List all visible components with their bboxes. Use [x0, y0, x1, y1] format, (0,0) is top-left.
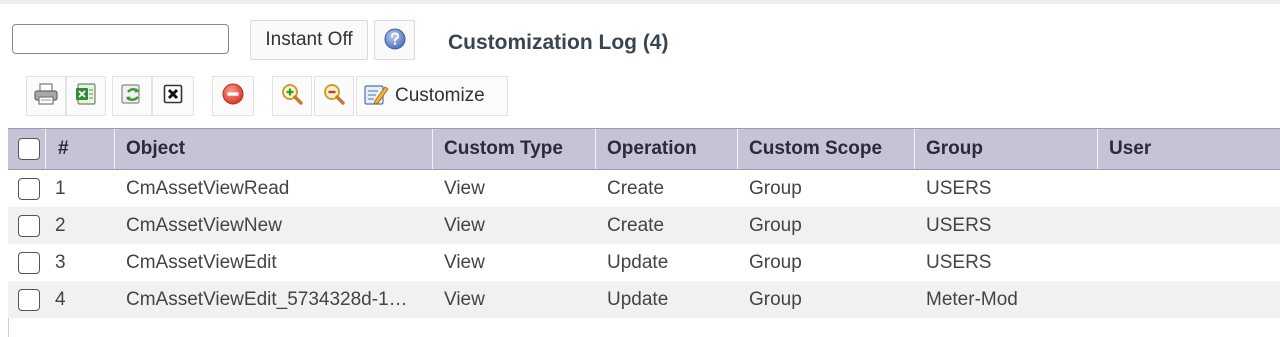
row-custom-scope: Group [749, 177, 802, 199]
column-header-user[interactable]: User [1098, 129, 1280, 169]
column-header-object[interactable]: Object [115, 129, 433, 169]
customization-log-grid: # Object Custom Type Operation Custom Sc… [8, 128, 1280, 318]
row-number: 1 [55, 177, 66, 199]
row-object: CmAssetViewRead [115, 170, 433, 207]
stop-icon [221, 82, 245, 111]
customize-label: Customize [395, 85, 485, 106]
print-button[interactable] [26, 76, 66, 116]
zoom-out-button[interactable] [314, 76, 354, 116]
row-custom-scope: Group [749, 251, 802, 273]
select-all-checkbox-cell [8, 129, 46, 169]
print-icon [33, 82, 59, 111]
column-header-number[interactable]: # [46, 129, 115, 169]
row-object-text: CmAssetViewNew [126, 214, 282, 236]
row-object: CmAssetViewEdit [115, 244, 433, 281]
help-button[interactable] [374, 20, 415, 60]
grid-left-border [8, 318, 9, 337]
page-title: Customization Log (4) [448, 31, 669, 54]
export-excel-button[interactable] [66, 76, 106, 116]
refresh-button[interactable] [112, 76, 152, 116]
customize-button[interactable]: Customize [356, 76, 508, 116]
grid-header: # Object Custom Type Operation Custom Sc… [8, 128, 1280, 170]
column-header-custom-type[interactable]: Custom Type [433, 129, 596, 169]
row-user [1098, 207, 1280, 244]
stop-button[interactable] [212, 76, 254, 116]
table-row[interactable]: 1 CmAssetViewRead View Create Group USER… [8, 170, 1280, 207]
row-group: USERS [926, 251, 992, 273]
table-row[interactable]: 2 CmAssetViewNew View Create Group USERS [8, 207, 1280, 244]
row-custom-type: View [444, 251, 485, 273]
row-number: 4 [55, 288, 66, 310]
row-group: USERS [926, 214, 992, 236]
row-object: CmAssetViewEdit_5734328d-1… [115, 281, 433, 318]
row-checkbox[interactable] [18, 251, 40, 274]
row-object-text: CmAssetViewEdit_5734328d-1… [126, 288, 408, 310]
instant-toggle-button[interactable]: Instant Off [250, 20, 368, 60]
delete-button[interactable] [152, 76, 194, 116]
row-operation: Update [607, 251, 669, 273]
row-checkbox[interactable] [18, 214, 40, 237]
row-number: 3 [55, 251, 66, 273]
column-header-operation[interactable]: Operation [596, 129, 738, 169]
row-checkbox-cell [8, 207, 46, 244]
row-object-text: CmAssetViewRead [126, 177, 290, 199]
row-object: CmAssetViewNew [115, 207, 433, 244]
zoom-in-icon [280, 82, 304, 111]
refresh-icon [119, 82, 145, 111]
top-border [0, 0, 1280, 4]
help-icon [384, 28, 406, 53]
row-group: USERS [926, 177, 992, 199]
row-operation: Create [607, 177, 665, 199]
row-operation: Create [607, 214, 665, 236]
row-custom-type: View [444, 177, 485, 199]
row-user [1098, 170, 1280, 207]
row-user [1098, 244, 1280, 281]
export-excel-icon [74, 82, 98, 111]
row-user [1098, 281, 1280, 318]
row-custom-type: View [444, 288, 485, 310]
customize-icon [363, 82, 389, 111]
row-checkbox-cell [8, 281, 46, 318]
select-all-checkbox[interactable] [18, 138, 40, 160]
row-operation: Update [607, 288, 669, 310]
row-custom-type: View [444, 214, 485, 236]
row-checkbox[interactable] [18, 288, 40, 311]
row-checkbox-cell [8, 244, 46, 281]
delete-icon [162, 83, 184, 110]
row-number: 2 [55, 214, 66, 236]
column-header-custom-scope[interactable]: Custom Scope [738, 129, 915, 169]
column-header-group[interactable]: Group [915, 129, 1098, 169]
table-row[interactable]: 4 CmAssetViewEdit_5734328d-1… View Updat… [8, 281, 1280, 318]
row-custom-scope: Group [749, 214, 802, 236]
row-checkbox-cell [8, 170, 46, 207]
row-custom-scope: Group [749, 288, 802, 310]
table-row[interactable]: 3 CmAssetViewEdit View Update Group USER… [8, 244, 1280, 281]
row-group: Meter-Mod [926, 288, 1018, 310]
search-input[interactable] [12, 24, 229, 54]
zoom-in-button[interactable] [272, 76, 312, 116]
row-checkbox[interactable] [18, 177, 40, 200]
row-object-text: CmAssetViewEdit [126, 251, 277, 273]
zoom-out-icon [322, 82, 346, 111]
